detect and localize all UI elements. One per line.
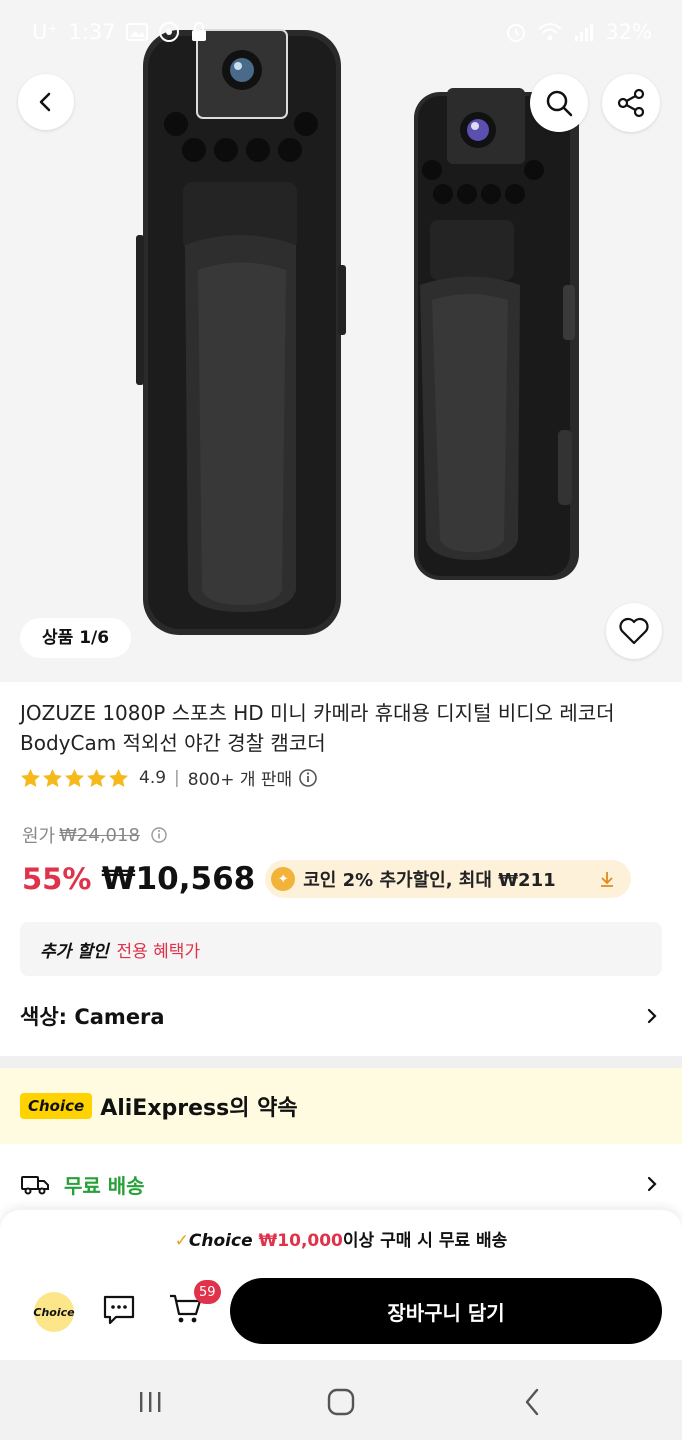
home-icon <box>327 1388 355 1416</box>
banner-choice: Choice <box>188 1231 253 1251</box>
star-icon <box>65 768 84 787</box>
search-button[interactable] <box>530 74 588 132</box>
battery-label: 32% <box>605 20 652 44</box>
status-bar: U⁺ 1:37 32% <box>0 0 682 68</box>
check-icon: ✓ <box>174 1231 189 1251</box>
alarm-icon <box>507 24 526 42</box>
signal-icon <box>575 24 594 41</box>
share-button[interactable] <box>602 74 660 132</box>
wifi-icon <box>538 23 562 41</box>
image-counter: 상품 1/6 <box>20 618 132 658</box>
home-button[interactable] <box>321 1382 361 1422</box>
extra-discount-detail: 전용 혜택가 <box>116 941 201 962</box>
chat-notification-icon <box>158 22 179 42</box>
sale-price: ₩10,568 <box>101 861 256 897</box>
chevron-left-icon <box>39 92 51 112</box>
section-divider <box>0 1056 682 1068</box>
original-price-row: 원가 ₩24,018 <box>22 822 168 848</box>
rating-row[interactable]: 4.9 | 800+ 개 판매 <box>20 765 318 790</box>
coin-discount-badge[interactable]: ✦ 코인 2% 추가할인, 최대 ₩211 <box>265 860 632 898</box>
search-icon <box>546 90 573 117</box>
add-to-cart-button[interactable]: 장바구니 담기 <box>230 1278 662 1344</box>
time-label: 1:37 <box>68 20 116 44</box>
star-icon <box>43 768 62 787</box>
carrier-label: U⁺ <box>32 20 59 44</box>
rating-stars <box>20 768 129 788</box>
separator: | <box>174 767 180 788</box>
product-title: JOZUZE 1080P 스포츠 HD 미니 카메라 휴대용 디지털 비디오 레… <box>20 701 615 755</box>
rating-value: 4.9 <box>139 767 167 788</box>
coin-offer-text: 코인 2% 추가할인, 최대 ₩211 <box>303 870 556 891</box>
coin-icon: ✦ <box>271 867 296 891</box>
extra-discount-label: 추가 할인 <box>40 941 109 962</box>
extra-discount-box[interactable]: 추가 할인 전용 혜택가 <box>20 922 662 976</box>
choice-store-button[interactable]: Choice <box>33 1292 75 1332</box>
wishlist-button[interactable] <box>606 603 662 659</box>
info-icon[interactable] <box>150 826 168 844</box>
truck-icon <box>21 1176 49 1195</box>
recent-apps-icon <box>140 1392 161 1412</box>
heart-icon <box>619 617 649 645</box>
download-icon <box>601 872 614 887</box>
banner-text: 이상 구매 시 무료 배송 <box>342 1231 508 1251</box>
choice-tag: Choice <box>20 1093 93 1119</box>
star-icon <box>109 768 128 787</box>
action-bar: Choice 59 장바구니 담기 <box>0 1276 682 1348</box>
bottom-action-sheet: ✓Choice ₩10,000이상 구매 시 무료 배송 Choice 59 장… <box>0 1210 682 1360</box>
color-option-label: 색상: Camera <box>20 1005 165 1029</box>
chat-icon[interactable] <box>102 1294 136 1326</box>
star-icon <box>87 768 106 787</box>
shipping-label: 무료 배송 <box>64 1173 145 1198</box>
sold-count: 800+ 개 판매 <box>187 770 293 790</box>
cart-count-badge: 59 <box>194 1280 221 1304</box>
original-price-label: 원가 <box>22 826 56 847</box>
recent-apps-button[interactable] <box>130 1382 170 1422</box>
system-back-button[interactable] <box>512 1382 552 1422</box>
share-icon <box>617 88 645 118</box>
promise-text: AliExpress의 약속 <box>100 1096 298 1121</box>
price-row: 55% ₩10,568 ✦ 코인 2% 추가할인, 최대 ₩211 <box>22 860 632 898</box>
chevron-right-icon <box>647 1008 657 1024</box>
star-icon <box>21 768 40 787</box>
banner-amount: ₩10,000 <box>258 1231 343 1251</box>
free-shipping-banner: ✓Choice ₩10,000이상 구매 시 무료 배송 <box>0 1226 682 1251</box>
aliexpress-promise-banner: Choice AliExpress의 약속 <box>0 1068 682 1144</box>
color-option-row[interactable]: 색상: Camera <box>20 996 662 1036</box>
back-arrow-icon <box>525 1388 539 1416</box>
original-price: ₩24,018 <box>59 824 140 846</box>
gallery-notification-icon <box>125 23 148 41</box>
system-navigation-bar <box>0 1360 682 1440</box>
discount-percent: 55% <box>22 862 92 896</box>
chevron-right-icon <box>647 1176 657 1192</box>
shipping-row[interactable]: 무료 배송 <box>20 1164 662 1204</box>
lock-notification-icon <box>191 22 206 41</box>
info-icon[interactable] <box>298 768 318 788</box>
back-button[interactable] <box>18 74 74 130</box>
